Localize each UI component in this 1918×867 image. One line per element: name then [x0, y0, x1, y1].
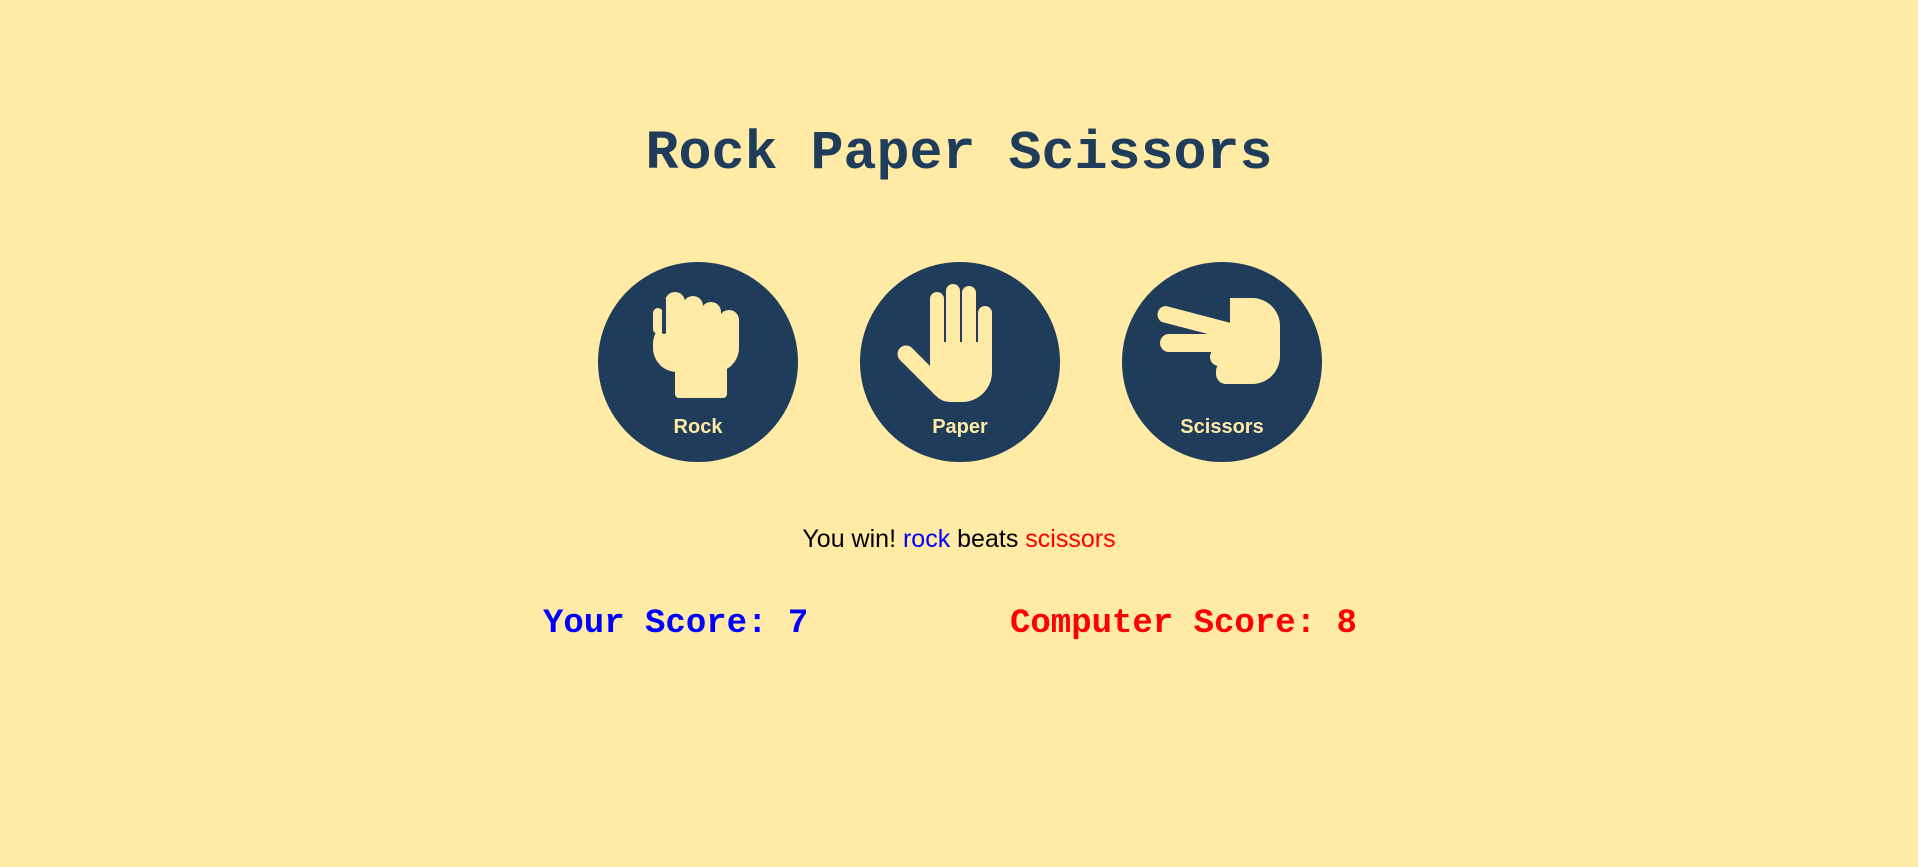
paper-button[interactable]: Paper [860, 262, 1060, 462]
game-page: Rock Paper Scissors Rock Paper Scissors … [0, 0, 1918, 867]
player-score-value: 7 [787, 605, 809, 643]
player-choice: rock [902, 525, 951, 553]
choice-label: Rock [673, 416, 723, 438]
player-score: Your Score: 7 [543, 602, 808, 646]
result-prefix: You win! [802, 525, 897, 553]
computer-score: Computer Score: 8 [1010, 602, 1357, 646]
choice-label: Paper [932, 416, 988, 438]
scissors-button[interactable]: Scissors [1122, 262, 1322, 462]
result-message: You win! rock beats scissors [0, 522, 1918, 556]
choice-label: Scissors [1180, 416, 1264, 438]
computer-score-value: 8 [1336, 605, 1357, 643]
computer-score-label: Computer Score: [1010, 605, 1337, 643]
result-verb: beats [957, 525, 1019, 553]
rock-button[interactable]: Rock [598, 262, 798, 462]
player-score-label: Your Score: [543, 605, 788, 643]
page-title: Rock Paper Scissors [645, 122, 1273, 185]
computer-choice: scissors [1025, 525, 1116, 553]
